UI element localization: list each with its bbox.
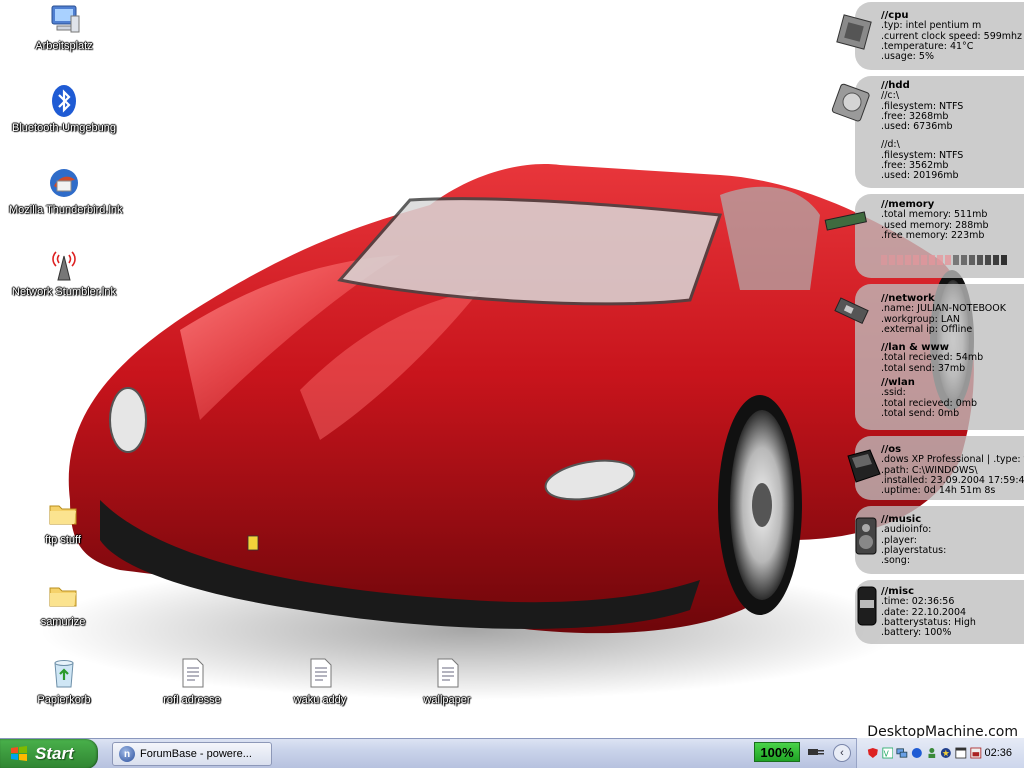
desktop-icon-arbeitsplatz[interactable]: Arbeitsplatz bbox=[9, 2, 119, 52]
memory-bar-segment bbox=[881, 255, 887, 266]
memory-bar-segment bbox=[953, 255, 959, 266]
samurize-memory-panel: //memory .total memory: 511mb .used memo… bbox=[855, 194, 1024, 278]
show-hidden-icons-button[interactable]: ‹ bbox=[833, 744, 851, 762]
svg-text:V: V bbox=[883, 749, 889, 758]
my-computer-icon bbox=[51, 5, 80, 33]
desktop-icon-waku-addy[interactable]: waku addy bbox=[265, 656, 375, 706]
text-file-icon bbox=[182, 658, 204, 688]
misc-battery: .battery: 100% bbox=[881, 627, 952, 639]
person-icon[interactable] bbox=[926, 746, 938, 760]
network-external-ip: .external ip: Offline bbox=[881, 323, 973, 335]
memory-bar-segment bbox=[977, 255, 983, 266]
bluetooth-tray-icon[interactable] bbox=[911, 746, 923, 760]
desktop-icon-label: ftp stuff bbox=[45, 534, 81, 546]
antivirus-shield-icon[interactable] bbox=[867, 746, 879, 760]
memory-bar-segment bbox=[921, 255, 927, 266]
system-tray: V 02:36 bbox=[856, 738, 1024, 768]
cpu-chip-icon bbox=[836, 14, 872, 50]
star-app-icon[interactable] bbox=[940, 746, 952, 760]
desktop-icon-thunderbird[interactable]: Mozilla Thunderbird.lnk bbox=[9, 166, 123, 216]
windows-logo-icon bbox=[11, 746, 27, 761]
memory-bar-segment bbox=[969, 255, 975, 266]
taskbar-clock[interactable]: 02:36 bbox=[985, 747, 1013, 759]
text-file-icon bbox=[310, 658, 332, 688]
memory-bar-segment bbox=[1001, 255, 1007, 266]
desktop-icon-samurize[interactable]: samurize bbox=[8, 578, 118, 628]
recycle-bin-icon bbox=[54, 660, 74, 688]
samurize-hdd-panel: //hdd //c:\ .filesystem: NTFS .free: 326… bbox=[855, 76, 1024, 188]
desktop-icon-label: samurize bbox=[40, 616, 86, 628]
taskbar-button-forumbase[interactable]: n ForumBase - powere... bbox=[112, 742, 272, 766]
memory-bar-segment bbox=[961, 255, 967, 266]
start-label: Start bbox=[35, 744, 74, 763]
desktop-icon-label: Papierkorb bbox=[37, 694, 91, 706]
ram-module-icon bbox=[824, 211, 867, 231]
antenna-icon bbox=[52, 251, 76, 281]
hdd-c-used: .used: 6736mb bbox=[881, 121, 953, 133]
memory-free: .free memory: 223mb bbox=[881, 229, 985, 241]
desktop-icon-rofl-adresse[interactable]: rofl adresse bbox=[137, 656, 247, 706]
picture-app-icon[interactable] bbox=[970, 746, 982, 760]
os-uptime: .uptime: 0d 14h 51m 8s bbox=[881, 485, 996, 497]
desktop-icon-label: Arbeitsplatz bbox=[35, 40, 93, 52]
desktop-icon-label: waku addy bbox=[293, 694, 347, 706]
memory-bar-segment bbox=[905, 255, 911, 266]
memory-bar-segment bbox=[985, 255, 991, 266]
desktop-icon-label: Mozilla Thunderbird.lnk bbox=[9, 204, 123, 216]
desktop-icon-wallpaper[interactable]: wallpaper bbox=[392, 656, 502, 706]
windows-box-icon bbox=[847, 449, 881, 483]
memory-bar-segment bbox=[945, 255, 951, 266]
memory-bar-segment bbox=[929, 255, 935, 266]
memory-bar-segment bbox=[913, 255, 919, 266]
desktop-icon-bluetooth[interactable]: Bluetooth-Umgebung bbox=[9, 84, 119, 134]
music-song: .song: bbox=[881, 555, 911, 567]
desktop-icon-network-stumbler[interactable]: Network Stumbler.lnk bbox=[9, 248, 119, 298]
folder-icon bbox=[49, 587, 77, 607]
folder-icon bbox=[49, 505, 77, 525]
window-app-icon[interactable] bbox=[955, 746, 967, 760]
desktop-icon-label: wallpaper bbox=[423, 694, 471, 706]
panel-header: //hdd bbox=[881, 80, 910, 91]
memory-bar-segment bbox=[889, 255, 895, 266]
network-connection-icon[interactable] bbox=[896, 746, 908, 760]
network-card-icon bbox=[834, 297, 869, 325]
browser-icon: n bbox=[119, 746, 135, 762]
hdd-d-used: .used: 20196mb bbox=[881, 170, 959, 182]
lan-sent: .total send: 37mb bbox=[881, 362, 966, 374]
wlan-sent: .total send: 0mb bbox=[881, 407, 960, 419]
battery-meter[interactable]: 100% bbox=[754, 742, 800, 762]
memory-usage-bar bbox=[881, 255, 1024, 266]
text-file-icon bbox=[437, 658, 459, 688]
desktop-icon-label: Bluetooth-Umgebung bbox=[12, 122, 116, 134]
desktop-icon-label: rofl adresse bbox=[163, 694, 221, 706]
samurize-cpu-panel: //cpu .typ: intel pentium m .current clo… bbox=[855, 2, 1024, 70]
memory-bar-segment bbox=[937, 255, 943, 266]
vg-app-icon[interactable]: V bbox=[882, 746, 894, 760]
speaker-icon bbox=[855, 517, 877, 555]
thunderbird-icon bbox=[50, 169, 78, 197]
power-plug-icon[interactable] bbox=[806, 745, 826, 759]
hard-drive-icon bbox=[831, 83, 870, 122]
desktop-icon-papierkorb[interactable]: Papierkorb bbox=[9, 656, 119, 706]
energy-can-icon bbox=[857, 586, 877, 626]
samurize-network-panel: //network .name: JULIAN-NOTEBOOK .workgr… bbox=[855, 284, 1024, 430]
desktop-icon-label: Network Stumbler.lnk bbox=[12, 286, 116, 298]
memory-bar-segment bbox=[897, 255, 903, 266]
memory-bar-segment bbox=[993, 255, 999, 266]
taskbar-button-label: ForumBase - powere... bbox=[140, 748, 252, 760]
cpu-usage: .usage: 5% bbox=[881, 51, 934, 63]
bluetooth-icon bbox=[52, 85, 76, 117]
desktop-icon-ftp-stuff[interactable]: ftp stuff bbox=[8, 496, 118, 546]
start-button[interactable]: Start bbox=[0, 739, 98, 768]
